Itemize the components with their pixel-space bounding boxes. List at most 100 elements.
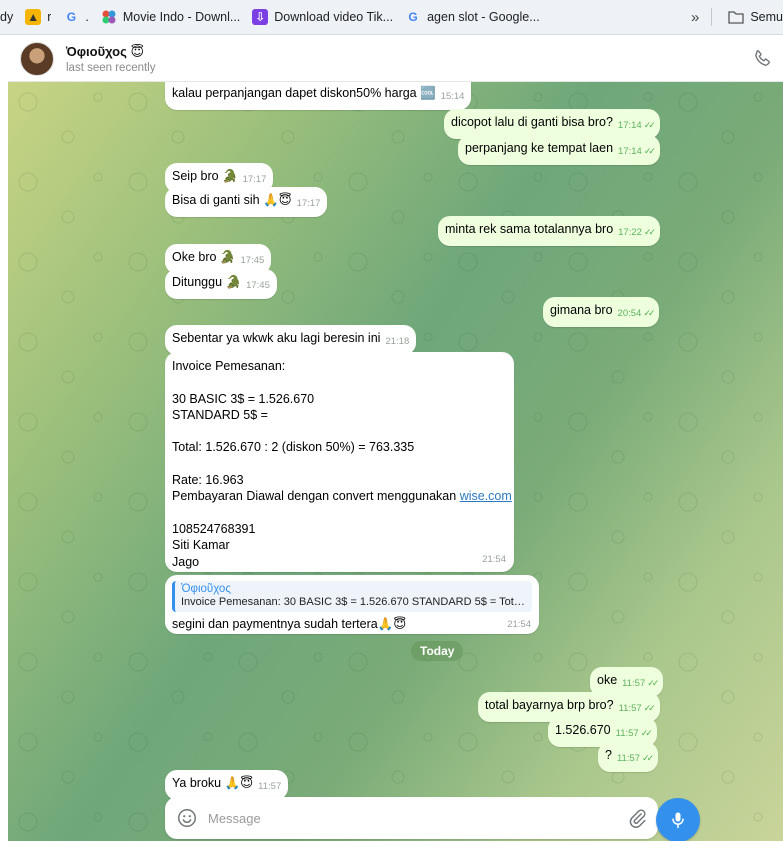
message-text: kalau perpanjangan dapet diskon50% harga… [172, 86, 436, 100]
google-icon: G [408, 10, 418, 24]
chat-header[interactable]: Ὀφιοῦχος 😇 last seen recently [8, 36, 783, 82]
download-icon: ⇩ [252, 9, 269, 25]
double-check-icon: ✓✓ [643, 120, 656, 130]
folder-icon [728, 9, 744, 25]
invoice-line [172, 374, 507, 390]
bookmark-label: agen slot - Google... [427, 10, 540, 24]
quote-author: Ὀφιοῦχος [181, 583, 231, 595]
bookmark-item[interactable]: ⇩ Download video Tik... [246, 4, 399, 30]
message-text: Oke bro 🐊 [172, 250, 236, 264]
incoming-message[interactable]: Sebentar ya wkwk aku lagi beresin ini 21:… [165, 325, 417, 355]
reply-message[interactable]: Ὀφιοῦχος Invoice Pemesanan: 30 BASIC 3$ … [165, 575, 539, 634]
message-time: 11:57 [616, 753, 641, 764]
divider [711, 8, 713, 26]
invoice-line: STANDARD 5$ = [172, 407, 268, 422]
double-check-icon: ✓✓ [643, 703, 656, 713]
message-composer [165, 797, 658, 839]
bookmark-label: Download video Tik... [274, 10, 394, 24]
message-time: 21:18 [385, 336, 410, 347]
message-text: dicopot lalu di ganti bisa bro? [451, 115, 613, 129]
invoice-text: Pembayaran Diawal dengan convert menggun… [172, 489, 460, 504]
message-text: ? [605, 748, 612, 762]
double-check-icon: ✓✓ [643, 227, 656, 237]
google-icon: G [66, 10, 77, 24]
microphone-button[interactable] [656, 798, 700, 841]
invoice-line: Siti Kamar [172, 538, 230, 553]
invoice-line [172, 423, 507, 439]
message-text: perpanjang ke tempat laen [465, 141, 614, 155]
date-separator: Today [411, 641, 464, 661]
bookmark-item[interactable]: G . [57, 4, 94, 30]
invoice-line: Total: 1.526.670 : 2 (diskon 50%) = 763.… [172, 440, 415, 455]
chevron-double-right-icon[interactable]: » [679, 9, 711, 26]
outgoing-message[interactable]: perpanjang ke tempat laen 17:14 ✓✓ [458, 135, 660, 165]
bookmark-label: . [85, 10, 89, 24]
invoice-message[interactable]: Invoice Pemesanan: 30 BASIC 3$ = 1.526.6… [165, 352, 514, 572]
incoming-message[interactable]: kalau perpanjangan dapet diskon50% harga… [165, 82, 472, 110]
message-text: Sebentar ya wkwk aku lagi beresin ini [172, 331, 381, 345]
double-check-icon: ✓✓ [640, 728, 653, 738]
double-check-icon: ✓✓ [643, 308, 655, 318]
message-time: 11:57 [258, 781, 282, 792]
chat-area[interactable]: kalau perpanjangan dapet diskon50% harga… [8, 82, 783, 841]
invoice-line: 108524768391 [172, 521, 256, 536]
message-time: 17:14 [618, 146, 642, 157]
bookmark-item[interactable]: G agen slot - Google... [399, 4, 546, 30]
message-time: 11:57 [618, 703, 642, 714]
bookmark-label: Semu [750, 10, 783, 24]
graduation-cap-icon: ▲ [25, 9, 42, 25]
microphone-icon [672, 812, 684, 829]
message-time: 17:14 [617, 120, 642, 131]
message-text: segini dan paymentnya sudah tertera🙏😇 [172, 617, 407, 631]
incoming-message[interactable]: Bisa di ganti sih 🙏😇 17:17 [165, 187, 328, 217]
invoice-line: Pembayaran Diawal dengan convert menggun… [172, 488, 512, 504]
bookmark-item[interactable]: dy [0, 4, 19, 30]
message-input[interactable] [208, 810, 626, 826]
message-text: Bisa di ganti sih 🙏😇 [172, 193, 292, 207]
invoice-line [172, 505, 507, 521]
bookmarks-bar: dy ▲ r G . Movie Indo - Downl... ⇩ Downl… [0, 0, 783, 35]
incoming-message[interactable]: Ya broku 🙏😇 11:57 [165, 770, 289, 800]
quote-text: Invoice Pemesanan: 30 BASIC 3$ = 1.526.6… [181, 596, 526, 608]
invoice-line: 30 BASIC 3$ = 1.526.670 [172, 391, 315, 406]
message-time: 15:14 [440, 91, 465, 102]
message-time: 11:57 [622, 678, 646, 689]
invoice-line: Jago [172, 554, 200, 569]
invoice-line [172, 456, 507, 472]
message-time: 11:57 [615, 728, 639, 739]
double-check-icon: ✓✓ [647, 678, 659, 688]
double-check-icon: ✓✓ [642, 753, 654, 763]
double-check-icon: ✓✓ [643, 146, 656, 156]
message-time: 17:45 [246, 280, 270, 291]
phone-icon[interactable] [751, 48, 773, 70]
bookmark-item[interactable]: Movie Indo - Downl... [95, 4, 246, 30]
flower-icon [101, 9, 117, 25]
outgoing-message[interactable]: minta rek sama totalannya bro 17:22 ✓✓ [438, 216, 661, 246]
message-text: gimana bro [550, 303, 613, 317]
invoice-line: Rate: 16.963 [172, 473, 244, 488]
invoice-line: Invoice Pemesanan: [172, 359, 286, 373]
message-text: Seip bro 🐊 [172, 169, 238, 183]
message-text: Ditunggu 🐊 [172, 275, 242, 289]
quoted-message[interactable]: Ὀφιοῦχος Invoice Pemesanan: 30 BASIC 3$ … [172, 581, 532, 612]
message-text: total bayarnya brp bro? [485, 698, 614, 712]
bookmark-label: Movie Indo - Downl... [122, 10, 241, 24]
outgoing-message[interactable]: gimana bro 20:54 ✓✓ [543, 297, 660, 327]
smile-icon[interactable] [176, 807, 198, 829]
message-time: 17:17 [296, 198, 321, 209]
message-time: 17:45 [240, 255, 265, 266]
wise-link[interactable]: wise.com [460, 489, 512, 503]
outgoing-message[interactable]: ? 11:57 ✓✓ [598, 742, 659, 772]
message-time: 17:17 [242, 174, 267, 185]
bookmark-folder[interactable]: Semu [722, 4, 783, 30]
incoming-message[interactable]: Ditunggu 🐊 17:45 [165, 269, 277, 299]
paperclip-icon[interactable] [626, 807, 648, 829]
message-time: 21:54 [507, 619, 531, 630]
contact-name: Ὀφιοῦχος 😇 [66, 43, 145, 59]
avatar[interactable] [20, 41, 54, 76]
message-time: 21:54 [482, 553, 506, 565]
message-time: 20:54 [617, 308, 642, 319]
bookmark-item[interactable]: ▲ r [19, 4, 57, 30]
contact-status: last seen recently [66, 61, 156, 74]
message-text: minta rek sama totalannya bro [445, 222, 614, 236]
